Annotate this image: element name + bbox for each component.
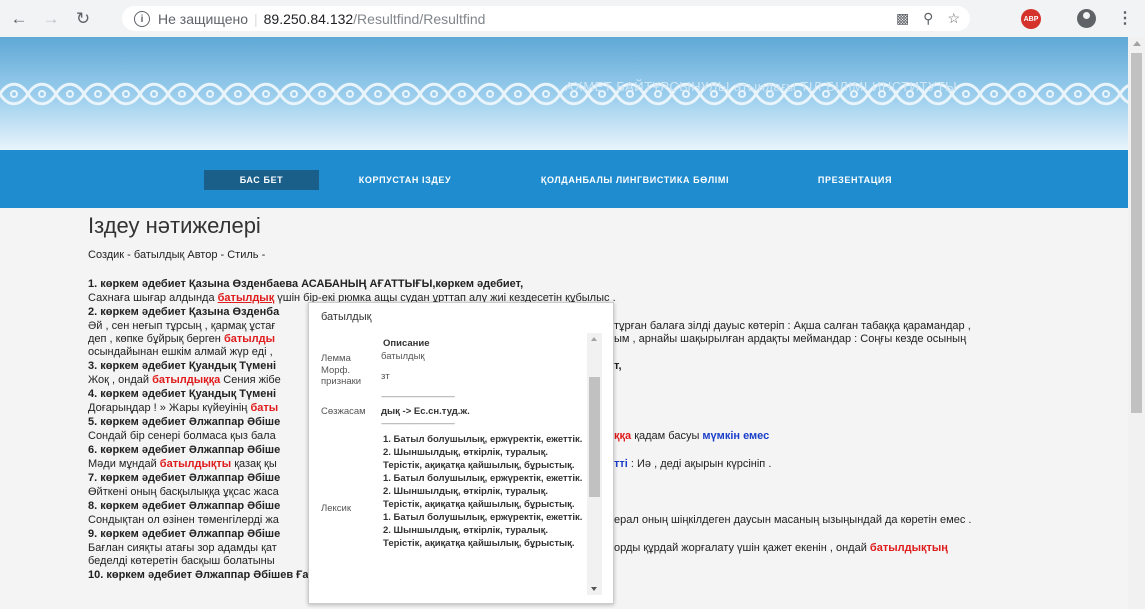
morph-label: Морф. признаки xyxy=(321,365,362,387)
popup-divider-2: ----------------------------------------… xyxy=(381,419,455,428)
leksik-value: 1. Батыл болушылық, ержүректік, ежеттік.… xyxy=(383,434,583,549)
result-6-text-tail: тті : Иә , деді ақырын күрсініп . xyxy=(614,458,772,470)
word-info-popup: батылдық Описание Лемма батылдық Морф. п… xyxy=(308,302,614,604)
result-9-hit[interactable]: батылдықтың xyxy=(870,542,948,554)
nav-applied-linguistics[interactable]: ҚОЛДАНБАЛЫ ЛИНГВИСТИКА БӨЛІМІ xyxy=(515,170,755,190)
lemma-value: батылдық xyxy=(381,351,425,362)
result-2-line3: осындайынан ешкім алмай жүр еді , xyxy=(88,346,273,358)
address-separator: | xyxy=(254,10,258,27)
result-3-hit[interactable]: батылдыққа xyxy=(152,374,220,386)
result-5-text: Сондай бір сенері болмаса қыз бала xyxy=(88,430,276,442)
nav-home[interactable]: БАС БЕТ xyxy=(204,170,319,190)
result-9-line1: Бағлан сияқты атағы зор адамды қат xyxy=(88,542,277,554)
institute-title: АХМЕТ БАЙТҰРСЫНҰЛЫ атындағы ТІЛ БІЛІМІ И… xyxy=(565,79,958,94)
zoom-icon[interactable]: ⚲ xyxy=(923,10,933,27)
result-3-head[interactable]: 3. көркем әдебиет Қуандық Түмені xyxy=(88,360,276,372)
result-3-text: Жоқ , ондай батылдыққа Сения жібе xyxy=(88,374,281,386)
result-9-head[interactable]: 9. көркем әдебиет Әлжаппар Әбіше xyxy=(88,528,280,540)
forward-icon[interactable]: → xyxy=(38,6,64,32)
result-5-head[interactable]: 5. көркем әдебиет Әлжаппар Әбіше xyxy=(88,416,280,428)
result-8-text-tail: ерал оның шіңкілдеген даусын масаның ызы… xyxy=(614,514,972,526)
result-8-head[interactable]: 8. көркем әдебиет Әлжаппар Әбіше xyxy=(88,500,280,512)
page-scroll-thumb[interactable] xyxy=(1131,53,1142,413)
scroll-up-icon[interactable] xyxy=(1133,41,1141,46)
result-1-hit[interactable]: батылдық xyxy=(218,292,275,304)
result-4-head[interactable]: 4. көркем әдебиет Қуандық Түмені xyxy=(88,388,276,400)
lemma-label: Лемма xyxy=(321,353,351,364)
popup-description-header: Описание xyxy=(383,338,430,349)
result-7-text: Өйткені оның басқылыққа ұқсас жаса xyxy=(88,486,279,498)
sozjasam-label: Сөзжасам xyxy=(321,406,366,417)
address-bar[interactable]: i Не защищено | 89.250.84.132 /Resultfin… xyxy=(122,6,970,31)
profile-avatar-icon[interactable] xyxy=(1077,9,1096,28)
result-6-hit[interactable]: батылдықты xyxy=(160,458,231,470)
kebab-menu-icon[interactable]: ⋮ xyxy=(1117,8,1133,28)
result-2-line1-tail: тұрған балаға зілді дауыс көтеріп : Ақша… xyxy=(614,320,971,332)
result-4-hit[interactable]: баты xyxy=(250,402,278,414)
page-scrollbar[interactable] xyxy=(1128,37,1145,609)
result-2-line1: Әй , сен неғып тұрсың , қармақ ұстағ xyxy=(88,320,276,332)
popup-scroll-down-icon[interactable] xyxy=(591,587,597,591)
bookmark-star-icon[interactable]: ☆ xyxy=(947,10,960,27)
result-2-line2: деп , көпке бұйрық берген батылды xyxy=(88,333,275,345)
result-9-line1-tail: орды құрдай жорғалату үшін қажет екенін … xyxy=(614,542,948,554)
not-secure-label: Не защищено xyxy=(158,10,248,27)
result-1-head[interactable]: 1. көркем әдебиет Қазына Өзденбаева АСАБ… xyxy=(88,278,523,290)
sozjasam-value: дық -> Ес.сн.туд.ж. xyxy=(381,406,470,417)
result-5-blue: мүмкін емес xyxy=(702,430,770,442)
info-icon[interactable]: i xyxy=(134,10,150,27)
result-9-line2: беделді көтеретін басқыш болатыны xyxy=(88,555,275,567)
result-6-text: Мәди мұндай батылдықты қазақ қы xyxy=(88,458,277,470)
url-host: 89.250.84.132 xyxy=(263,10,354,27)
result-6-blue: тті xyxy=(614,458,628,470)
site-banner: АХМЕТ БАЙТҰРСЫНҰЛЫ атындағы ТІЛ БІЛІМІ И… xyxy=(0,37,1128,150)
result-5-text-tail: ққа қадам басуы мүмкін емес xyxy=(614,430,770,442)
translate-icon[interactable]: ▩ xyxy=(896,10,909,27)
leksik-label: Лексик xyxy=(321,503,351,514)
kazakh-ornament-decoration xyxy=(0,79,1128,109)
reload-icon[interactable]: ↻ xyxy=(70,6,96,32)
result-8-text: Сондықтан ол өзінен төменгілерді жа xyxy=(88,514,279,526)
morph-value: зт xyxy=(381,371,390,382)
adblock-label: ABP xyxy=(1023,15,1039,23)
popup-divider-1: ----------------------------------------… xyxy=(381,392,455,401)
result-7-head[interactable]: 7. көркем әдебиет Әлжаппар Әбіше xyxy=(88,472,280,484)
result-6-head[interactable]: 6. көркем әдебиет Әлжаппар Әбіше xyxy=(88,444,280,456)
nav-corpus-search[interactable]: КОРПУСТАН ІЗДЕУ xyxy=(345,170,465,190)
result-2-head[interactable]: 2. көркем әдебиет Қазына Өзденба xyxy=(88,306,279,318)
main-navbar: БАС БЕТ КОРПУСТАН ІЗДЕУ ҚОЛДАНБАЛЫ ЛИНГВ… xyxy=(0,150,1128,208)
popup-scroll-up-icon[interactable] xyxy=(591,337,597,341)
adblock-icon[interactable]: ABP xyxy=(1021,9,1041,29)
popup-body: Описание Лемма батылдық Морф. признаки з… xyxy=(311,329,611,601)
popup-scrollbar[interactable] xyxy=(587,333,602,595)
result-5-hit[interactable]: ққа xyxy=(614,430,631,442)
popup-scroll-thumb[interactable] xyxy=(589,377,600,497)
page-title: Іздеу нәтижелері xyxy=(88,213,261,238)
url-path: /Resultfind/Resultfind xyxy=(353,10,486,27)
search-meta: Создик - батылдық Автор - Стиль - xyxy=(88,249,266,261)
result-4-text: Доғарыңдар ! » Жары күйеуінің баты xyxy=(88,402,279,414)
back-icon[interactable]: ← xyxy=(6,6,32,32)
popup-title: батылдық xyxy=(321,311,372,323)
result-2-hit[interactable]: батылды xyxy=(224,333,275,345)
result-3-head-tail: т, xyxy=(614,360,622,372)
nav-presentation[interactable]: ПРЕЗЕНТАЦИЯ xyxy=(800,170,910,190)
result-2-line2-tail: ым , арнайы шақырылған ардақты меймандар… xyxy=(614,333,967,345)
